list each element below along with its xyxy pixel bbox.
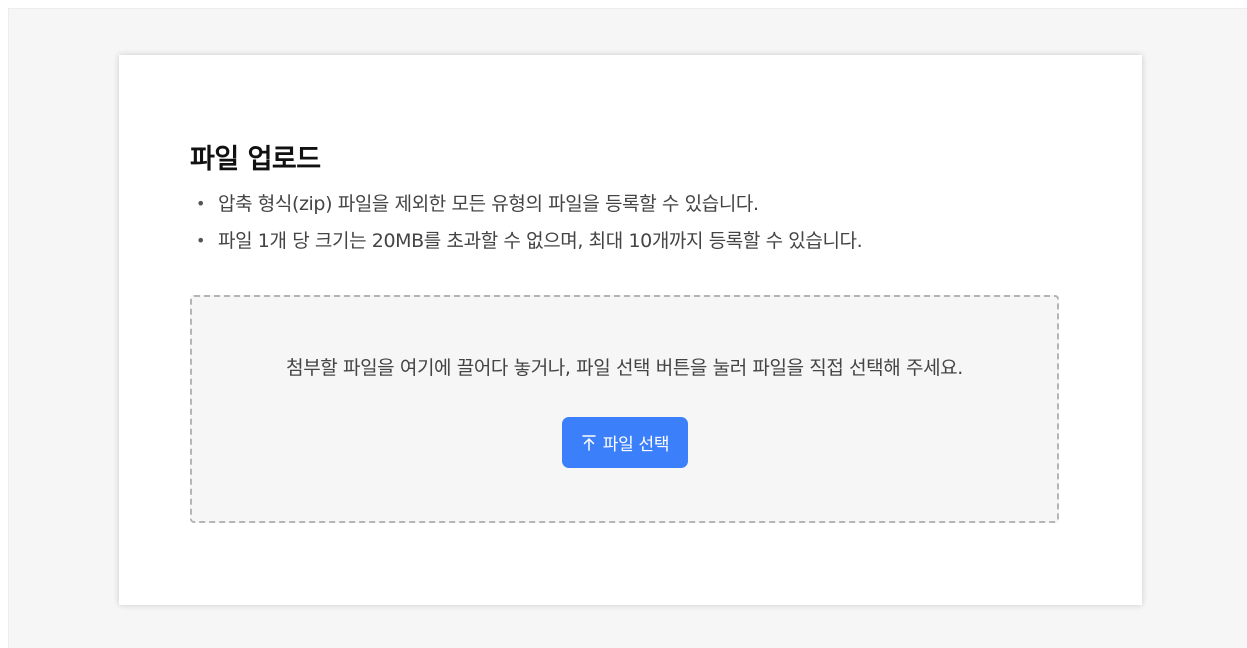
file-dropzone[interactable]: 첨부할 파일을 여기에 끌어다 놓거나, 파일 선택 버튼을 눌러 파일을 직접…: [190, 295, 1059, 523]
dropzone-instructions: 첨부할 파일을 여기에 끌어다 놓거나, 파일 선택 버튼을 눌러 파일을 직접…: [286, 357, 963, 379]
upload-arrow-icon: [581, 434, 597, 452]
bullet-icon: •: [196, 194, 206, 213]
upload-note: • 압축 형식(zip) 파일을 제외한 모든 유형의 파일을 등록할 수 있습…: [196, 191, 862, 228]
upload-note: • 파일 1개 당 크기는 20MB를 초과할 수 없으며, 최대 10개까지 …: [196, 228, 863, 265]
select-file-button-label: 파일 선택: [602, 435, 670, 455]
upload-card: 파일 업로드 • 압축 형식(zip) 파일을 제외한 모든 유형의 파일을 등…: [119, 55, 1142, 605]
select-file-button[interactable]: 파일 선택: [562, 417, 688, 468]
bullet-icon: •: [196, 231, 206, 250]
upload-notes-list: • 압축 형식(zip) 파일을 제외한 모든 유형의 파일을 등록할 수 있습…: [196, 191, 863, 265]
page-background: 파일 업로드 • 압축 형식(zip) 파일을 제외한 모든 유형의 파일을 등…: [8, 8, 1247, 648]
page-title: 파일 업로드: [190, 144, 321, 175]
upload-note-text: 파일 1개 당 크기는 20MB를 초과할 수 없으며, 최대 10개까지 등록…: [218, 230, 863, 252]
upload-note-text: 압축 형식(zip) 파일을 제외한 모든 유형의 파일을 등록할 수 있습니다…: [218, 193, 759, 215]
